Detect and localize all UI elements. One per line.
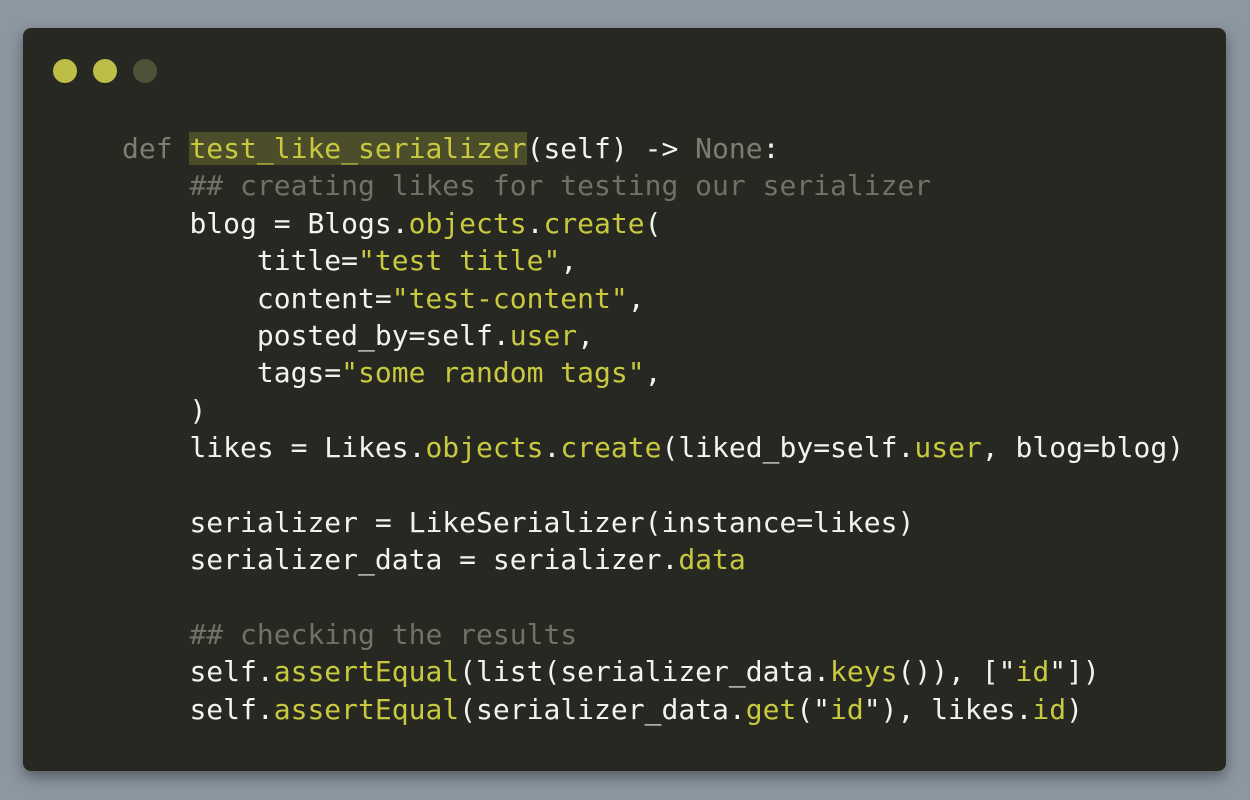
code-token: assertEqual [273, 692, 460, 726]
code-token: "]) [1049, 655, 1100, 689]
code-token: ) [189, 393, 207, 427]
code-token: content= [256, 281, 392, 315]
maximize-dot-icon[interactable] [133, 59, 157, 83]
code-token: user [914, 431, 982, 465]
code-token: id [1015, 655, 1050, 689]
code-token: . [543, 431, 561, 465]
code-token: objects [425, 431, 544, 465]
code-token: create [543, 206, 645, 240]
code-line: def test_like_serializer(self) -> None: [122, 130, 1184, 167]
code-token: user [509, 318, 578, 352]
code-token: ) [1066, 692, 1083, 726]
code-token: id [830, 692, 864, 726]
code-token: "), likes. [863, 692, 1033, 726]
code-token: "test title" [358, 244, 561, 278]
code-line: serializer = LikeSerializer(instance=lik… [122, 504, 1184, 541]
code-token: (liked_by=self. [661, 431, 915, 465]
code-line: tags="some random tags", [122, 354, 1184, 391]
code-line: self.assertEqual(list(serializer_data.ke… [122, 653, 1184, 690]
code-token: , [644, 356, 662, 390]
code-line: title="test title", [122, 242, 1184, 279]
highlighted-function-name: test_like_serializer [189, 132, 527, 165]
code-line: likes = Likes.objects.create(liked_by=se… [122, 429, 1184, 466]
code-comment: ## creating likes for testing our serial… [189, 169, 932, 203]
code-line: serializer_data = serializer.data [122, 541, 1184, 578]
code-token: serializer_data = serializer. [189, 543, 679, 577]
code-line: ) [122, 392, 1184, 429]
code-token: ( [644, 206, 662, 240]
code-token: None [695, 132, 763, 165]
code-block: def test_like_serializer(self) -> None: … [122, 130, 1184, 728]
code-token: self. [189, 692, 274, 726]
code-token: (" [796, 692, 831, 726]
code-token: , blog=blog) [981, 431, 1185, 465]
code-window: def test_like_serializer(self) -> None: … [23, 28, 1226, 771]
code-comment: ## checking the results [189, 618, 578, 652]
code-token: , [627, 281, 645, 315]
code-token: blog = Blogs. [189, 206, 409, 240]
code-token: likes = Likes. [189, 431, 426, 465]
code-token: tags= [256, 356, 342, 390]
code-token: posted_by=self. [256, 318, 510, 352]
code-token: get [745, 692, 797, 726]
code-token: self. [189, 655, 274, 689]
code-token: id [1032, 692, 1067, 726]
code-token: "some random tags" [341, 356, 645, 390]
code-token: ()), [" [897, 655, 1016, 689]
code-token: serializer = LikeSerializer(instance=lik… [189, 505, 915, 539]
code-line: content="test-content", [122, 280, 1184, 317]
code-line: ## creating likes for testing our serial… [122, 167, 1184, 204]
code-token: "test-content" [391, 281, 628, 315]
code-line: ## checking the results [122, 616, 1184, 653]
code-line: self.assertEqual(serializer_data.get("id… [122, 691, 1184, 728]
code-token: : [762, 132, 780, 165]
code-token: (serializer_data. [459, 692, 746, 726]
close-dot-icon[interactable] [53, 59, 77, 83]
code-token: create [560, 431, 662, 465]
code-token: , [560, 244, 578, 278]
code-token: def [122, 132, 190, 165]
code-line: blog = Blogs.objects.create( [122, 205, 1184, 242]
code-token: , [577, 318, 595, 352]
code-line: posted_by=self.user, [122, 317, 1184, 354]
code-token: (self) -> [526, 132, 696, 165]
minimize-dot-icon[interactable] [93, 59, 117, 83]
code-token: (list(serializer_data. [459, 655, 831, 689]
code-token: objects [408, 206, 527, 240]
code-token: title= [256, 244, 359, 278]
code-token: assertEqual [273, 655, 460, 689]
code-token: keys [830, 655, 898, 689]
code-token: data [678, 543, 746, 577]
code-token: . [526, 206, 544, 240]
